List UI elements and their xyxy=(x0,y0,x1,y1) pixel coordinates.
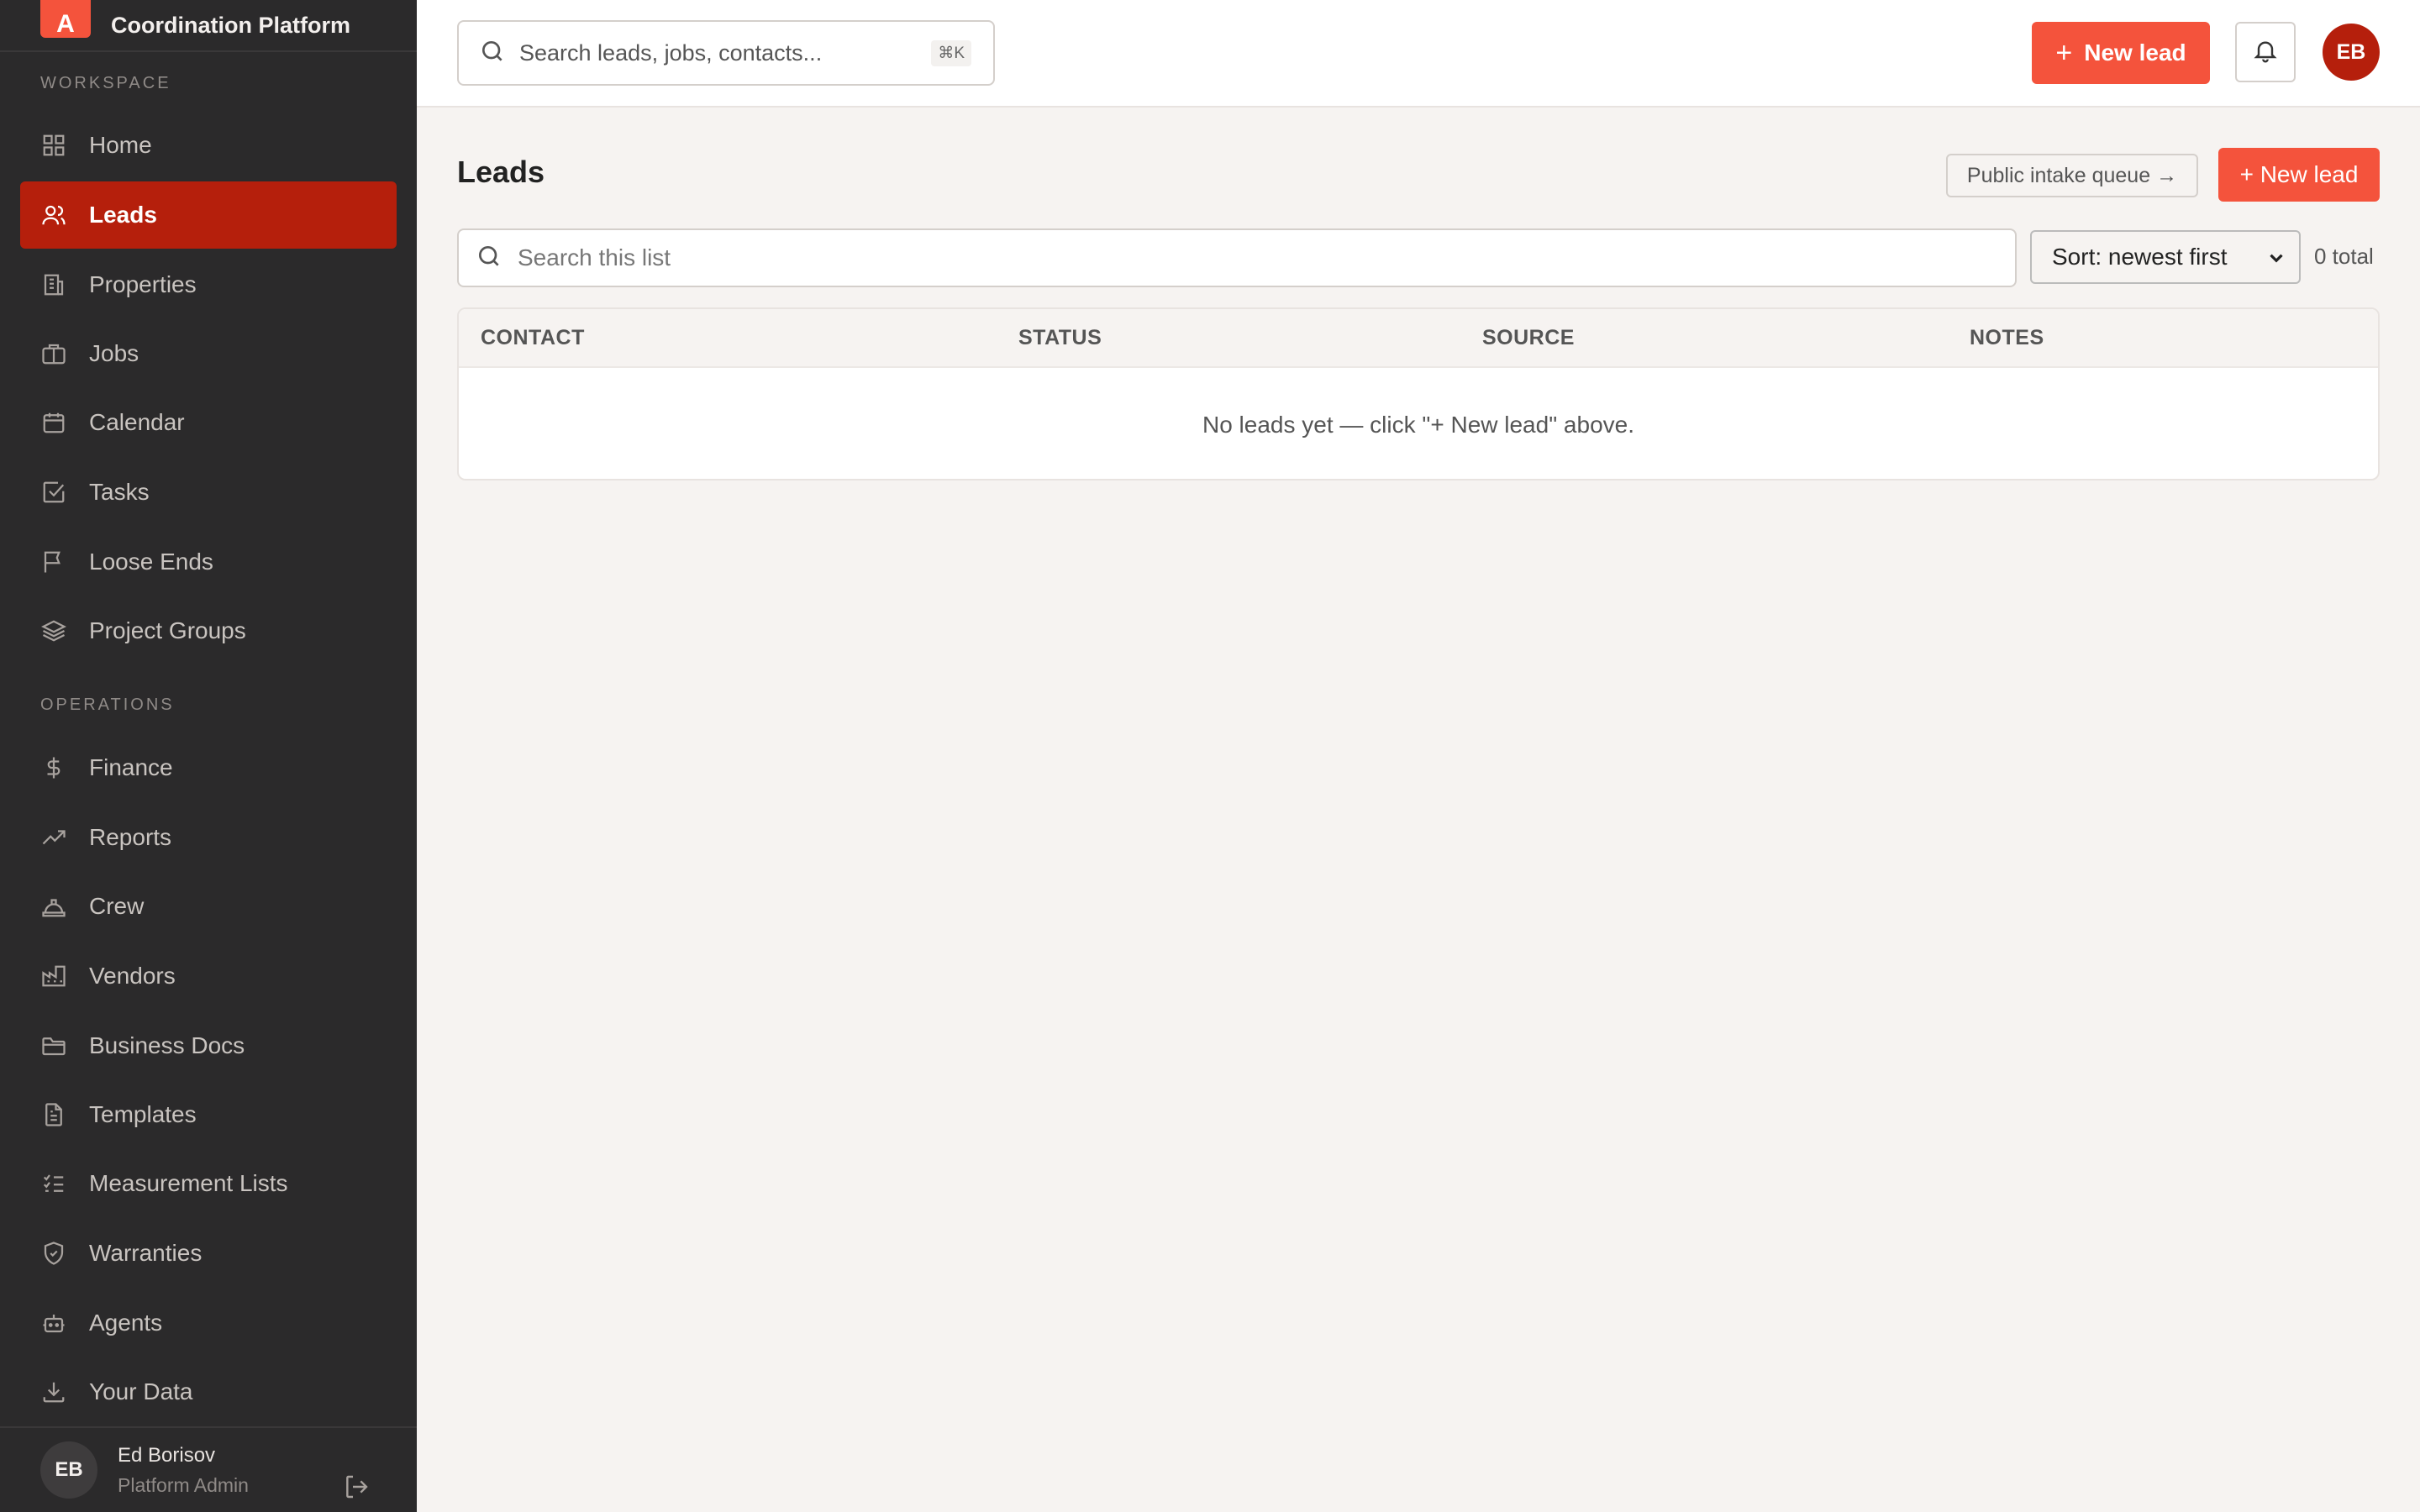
topbar-new-lead-button[interactable]: + New lead xyxy=(2032,22,2210,84)
hard-hat-icon xyxy=(40,893,67,920)
document-icon xyxy=(40,1101,67,1128)
folder-icon xyxy=(40,1032,67,1059)
sidebar-item-leads[interactable]: Leads xyxy=(20,181,397,249)
user-role: Platform Admin xyxy=(118,1473,249,1496)
sidebar-item-project-groups[interactable]: Project Groups xyxy=(20,597,397,664)
workspace-section-label: WORKSPACE xyxy=(40,74,171,92)
brand[interactable]: A Coordination Platform xyxy=(0,0,417,52)
global-search-input[interactable] xyxy=(519,39,923,66)
sidebar-item-agents[interactable]: Agents xyxy=(20,1289,397,1357)
public-intake-queue-link[interactable]: Public intake queue → xyxy=(1946,154,2198,197)
global-search[interactable]: ⌘K xyxy=(457,20,995,86)
search-icon xyxy=(479,38,506,69)
download-icon xyxy=(40,1378,67,1405)
checkbox-icon xyxy=(40,479,67,506)
page-title: Leads xyxy=(457,155,545,189)
notifications-button[interactable] xyxy=(2235,22,2296,82)
column-header-notes[interactable]: NOTES xyxy=(1970,326,2044,350)
sidebar-item-label: Properties xyxy=(89,271,197,297)
topbar: ⌘K + New lead EB xyxy=(417,0,2420,108)
sidebar-item-templates[interactable]: Templates xyxy=(20,1081,397,1148)
sort-select-value: Sort: newest first xyxy=(2052,244,2228,270)
sidebar-item-label: Loose Ends xyxy=(89,549,213,575)
search-icon xyxy=(476,243,502,274)
bell-icon xyxy=(2252,37,2279,68)
sidebar-item-label: Finance xyxy=(89,754,173,780)
sidebar-item-loose-ends[interactable]: Loose Ends xyxy=(20,528,397,596)
sidebar-item-label: Tasks xyxy=(89,479,150,505)
sidebar-item-label: Calendar xyxy=(89,409,185,435)
list-checks-icon xyxy=(40,1170,67,1197)
briefcase-icon xyxy=(40,340,67,367)
new-lead-label: New lead xyxy=(2084,39,2186,66)
avatar[interactable]: EB xyxy=(2323,24,2380,81)
sidebar-item-label: Business Docs xyxy=(89,1032,245,1058)
brand-logo: A xyxy=(40,0,91,38)
search-shortcut-hint: ⌘K xyxy=(931,40,971,66)
factory-icon xyxy=(40,963,67,990)
grid-icon xyxy=(40,132,67,159)
sidebar-item-your-data[interactable]: Your Data xyxy=(20,1358,397,1425)
sidebar-item-label: Project Groups xyxy=(89,617,246,643)
layers-icon xyxy=(40,617,67,644)
column-header-source[interactable]: SOURCE xyxy=(1482,326,1575,350)
column-header-status[interactable]: STATUS xyxy=(1018,326,1102,350)
users-icon xyxy=(40,202,67,228)
list-search[interactable] xyxy=(457,228,2017,287)
sidebar-item-label: Vendors xyxy=(89,963,176,989)
sidebar-item-measurement-lists[interactable]: Measurement Lists xyxy=(20,1150,397,1217)
sidebar-item-warranties[interactable]: Warranties xyxy=(20,1220,397,1287)
sidebar-item-label: Your Data xyxy=(89,1378,193,1404)
flag-icon xyxy=(40,549,67,575)
shield-icon xyxy=(40,1240,67,1267)
sort-select[interactable]: Sort: newest first xyxy=(2030,230,2301,284)
brand-name: Coordination Platform xyxy=(111,12,350,38)
sidebar-item-label: Measurement Lists xyxy=(89,1170,288,1196)
calendar-icon xyxy=(40,409,67,436)
table-header: CONTACT STATUS SOURCE NOTES xyxy=(459,309,2378,368)
sidebar-item-label: Home xyxy=(89,132,152,158)
sidebar-item-jobs[interactable]: Jobs xyxy=(20,320,397,387)
sidebar-user-footer: EB Ed Borisov Platform Admin xyxy=(0,1426,417,1512)
building-icon xyxy=(40,271,67,298)
sidebar-item-label: Crew xyxy=(89,893,145,919)
sidebar-item-home[interactable]: Home xyxy=(20,112,397,179)
leads-table: CONTACT STATUS SOURCE NOTES No leads yet… xyxy=(457,307,2380,480)
bot-icon xyxy=(40,1310,67,1336)
sidebar-item-label: Reports xyxy=(89,824,172,850)
chevron-down-icon xyxy=(2265,247,2287,275)
sidebar-item-label: Warranties xyxy=(89,1240,203,1266)
list-search-input[interactable] xyxy=(518,244,1946,271)
logout-icon xyxy=(343,1475,370,1504)
logout-button[interactable] xyxy=(343,1473,370,1504)
sidebar-item-crew[interactable]: Crew xyxy=(20,873,397,940)
operations-section-label: OPERATIONS xyxy=(40,696,175,714)
sidebar-item-reports[interactable]: Reports xyxy=(20,804,397,871)
plus-icon: + xyxy=(2055,36,2073,69)
sidebar-item-tasks[interactable]: Tasks xyxy=(20,459,397,526)
empty-state-message: No leads yet — click "+ New lead" above. xyxy=(1202,412,1634,438)
avatar[interactable]: EB xyxy=(40,1441,97,1499)
sidebar-item-label: Jobs xyxy=(89,340,139,366)
sidebar-item-label: Leads xyxy=(89,202,157,228)
user-name: Ed Borisov xyxy=(118,1443,216,1467)
sidebar-item-finance[interactable]: Finance xyxy=(20,734,397,801)
sidebar-item-calendar[interactable]: Calendar xyxy=(20,389,397,456)
new-lead-button[interactable]: + New lead xyxy=(2218,148,2380,202)
sidebar: A Coordination Platform WORKSPACE Home L… xyxy=(0,0,417,1512)
dollar-icon xyxy=(40,754,67,781)
trending-up-icon xyxy=(40,824,67,851)
sidebar-item-business-docs[interactable]: Business Docs xyxy=(20,1012,397,1079)
column-header-contact[interactable]: CONTACT xyxy=(481,326,585,350)
user-info: Ed Borisov Platform Admin xyxy=(118,1444,249,1497)
sidebar-item-label: Agents xyxy=(89,1310,163,1336)
sidebar-item-vendors[interactable]: Vendors xyxy=(20,942,397,1010)
sidebar-item-label: Templates xyxy=(89,1101,197,1127)
app-root: A Coordination Platform WORKSPACE Home L… xyxy=(0,0,2420,1512)
total-count: 0 total xyxy=(2314,244,2374,269)
sidebar-item-properties[interactable]: Properties xyxy=(20,251,397,318)
